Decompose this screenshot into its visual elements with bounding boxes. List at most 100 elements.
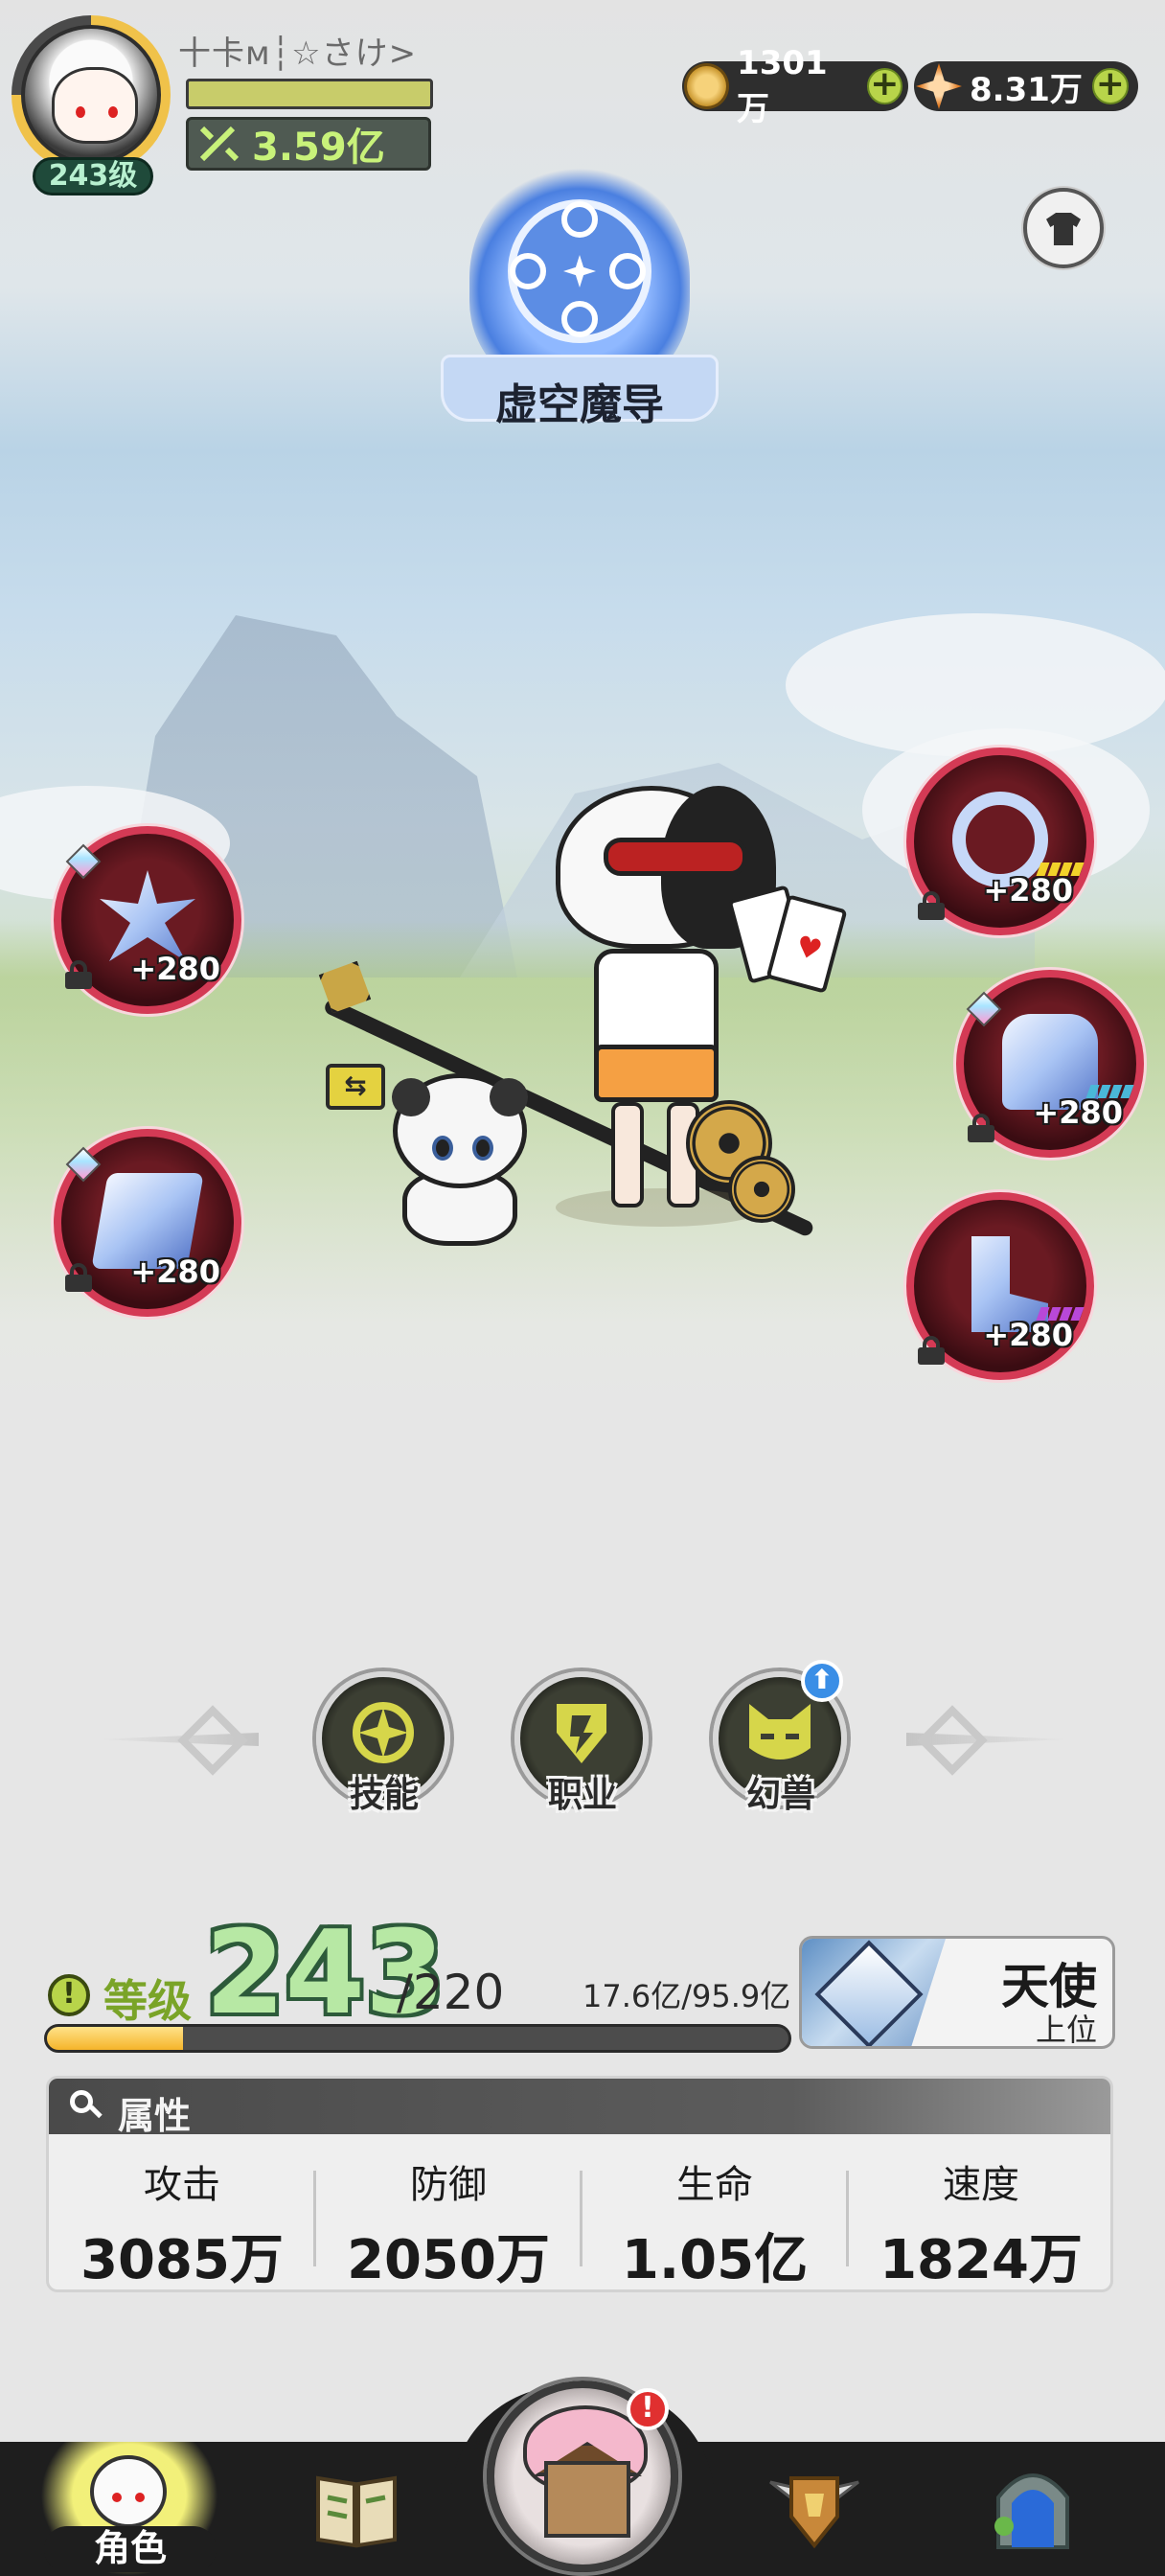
beast-label: 幻兽: [745, 1776, 815, 1815]
rarity-pips: [1036, 862, 1085, 876]
avatar-eye: [108, 106, 118, 118]
beast-cat-icon: [749, 1704, 811, 1760]
nav-item-guild[interactable]: [717, 2442, 908, 2576]
equip-slot-armor[interactable]: +280: [956, 970, 1144, 1158]
add-gold-button[interactable]: +: [866, 67, 902, 104]
search-icon: [70, 2090, 103, 2121]
add-crystal-button[interactable]: +: [1091, 67, 1129, 104]
goggles-icon: [604, 838, 747, 876]
gold-amount: 1301万: [737, 43, 828, 128]
currency-gold[interactable]: 1301万 +: [682, 44, 908, 128]
exp-fill: [47, 2027, 184, 2050]
lock-icon: [918, 1336, 945, 1365]
rank-emblem: [802, 1939, 946, 2046]
skill-emblem-icon: [353, 1702, 414, 1763]
combat-power: 3.59亿: [186, 117, 431, 171]
level-badge: 243级: [33, 157, 153, 196]
hero-skirt: [594, 1045, 719, 1102]
attribute-panel[interactable]: 属性 攻击 3085万 防御 2050万 生命 1.05亿 速度 1824万: [46, 2076, 1113, 2292]
enhance-level: +280: [130, 951, 220, 987]
equip-slot-boots[interactable]: +280: [906, 1192, 1094, 1380]
enhance-level: +280: [983, 1317, 1073, 1353]
ornament-left: [96, 1705, 259, 1776]
upgrade-arrow-icon: ⬆: [801, 1660, 843, 1702]
pet-ear: [392, 1078, 430, 1116]
rank-sub: 上位: [1035, 2012, 1097, 2048]
avatar: [21, 25, 161, 165]
power-icon: [199, 126, 240, 162]
gear-icon: [728, 1156, 795, 1223]
attr-defense: 防御 2050万: [315, 2148, 582, 2291]
nav-item-quest[interactable]: [259, 2442, 450, 2576]
attr-name: 攻击: [144, 2163, 220, 2207]
emblem-dot: [510, 253, 546, 289]
emblem-dot: [561, 201, 598, 238]
emblem-dot: [561, 301, 598, 337]
class-title: 虚空魔导: [495, 380, 664, 429]
shirt-icon: [1046, 213, 1081, 245]
pet-eye: [432, 1136, 453, 1161]
pet-panda[interactable]: [383, 1064, 537, 1246]
class-emblem-icon: [557, 1704, 606, 1763]
lock-icon: [918, 891, 945, 920]
beast-button[interactable]: 幻兽 ⬆: [709, 1660, 853, 1815]
class-button[interactable]: 职业: [511, 1668, 654, 1815]
combat-power-value: 3.59亿: [252, 126, 385, 170]
class-label: 职业: [547, 1776, 617, 1815]
gold-coin-icon: [684, 63, 730, 109]
equip-slot-ring[interactable]: +280: [906, 748, 1094, 935]
attr-value: 1.05亿: [621, 2229, 809, 2291]
rarity-pips: [1085, 1085, 1134, 1098]
attr-name: 生命: [676, 2163, 753, 2207]
rank-card[interactable]: 天使 上位: [799, 1936, 1115, 2049]
class-emblem[interactable]: 虚空魔导: [412, 153, 747, 441]
emblem-dot: [609, 253, 646, 289]
character-portrait-icon: [90, 2455, 167, 2528]
pet-ear: [490, 1078, 528, 1116]
pet-eye: [472, 1136, 493, 1161]
skills-label: 技能: [349, 1776, 419, 1815]
nav-item-portal[interactable]: [935, 2442, 1127, 2576]
equip-slot-book[interactable]: +280: [54, 1129, 241, 1317]
level-label: 等级: [103, 1975, 192, 2027]
attr-name: 速度: [943, 2163, 1019, 2207]
pet-swap-button[interactable]: ⇆: [326, 1064, 385, 1110]
nav-label-character[interactable]: 角色: [44, 2526, 217, 2572]
attr-name: 防御: [410, 2163, 487, 2207]
crystal-icon: [814, 1940, 924, 2046]
player-avatar[interactable]: 243级: [11, 15, 171, 196]
crystal-amount: 8.31万: [970, 70, 1083, 109]
outfit-button[interactable]: [1023, 188, 1104, 268]
attribute-header: 属性: [49, 2079, 1110, 2137]
portal-icon: [994, 2473, 1069, 2549]
ornament-right: [906, 1705, 1069, 1776]
player-name-bar: [186, 79, 433, 109]
playing-cards-icon: ♥: [727, 882, 848, 997]
enhance-level: +280: [983, 872, 1073, 908]
book-icon: [316, 2475, 397, 2548]
avatar-eye: [76, 106, 85, 118]
pet-head: [392, 1073, 528, 1188]
shield-wings-icon: [769, 2476, 859, 2549]
lock-icon: [65, 1263, 92, 1292]
exp-bar: [44, 2024, 791, 2053]
attribute-title: 属性: [118, 2095, 192, 2137]
info-icon[interactable]: !: [48, 1974, 90, 2016]
level-max: /220: [397, 1965, 505, 2020]
void-mage-emblem-icon: [508, 199, 651, 343]
avatar-face: [52, 67, 138, 144]
hero-leg: [611, 1102, 644, 1208]
attr-hp: 生命 1.05亿: [582, 2148, 848, 2291]
attr-speed: 速度 1824万: [848, 2148, 1110, 2289]
attr-value: 2050万: [347, 2229, 550, 2291]
lock-icon: [65, 960, 92, 989]
alert-badge: !: [627, 2388, 669, 2430]
star-icon: [563, 255, 596, 288]
currency-crystal[interactable]: 8.31万 +: [914, 61, 1138, 111]
equip-slot-weapon[interactable]: +280: [54, 826, 241, 1014]
house-icon: [544, 2461, 630, 2538]
rarity-pips: [1036, 1307, 1085, 1321]
attr-attack: 攻击 3085万: [49, 2148, 315, 2289]
player-name[interactable]: 十卡ᴍ┆☆さけ>: [178, 27, 417, 74]
skills-button[interactable]: 技能: [312, 1668, 456, 1815]
